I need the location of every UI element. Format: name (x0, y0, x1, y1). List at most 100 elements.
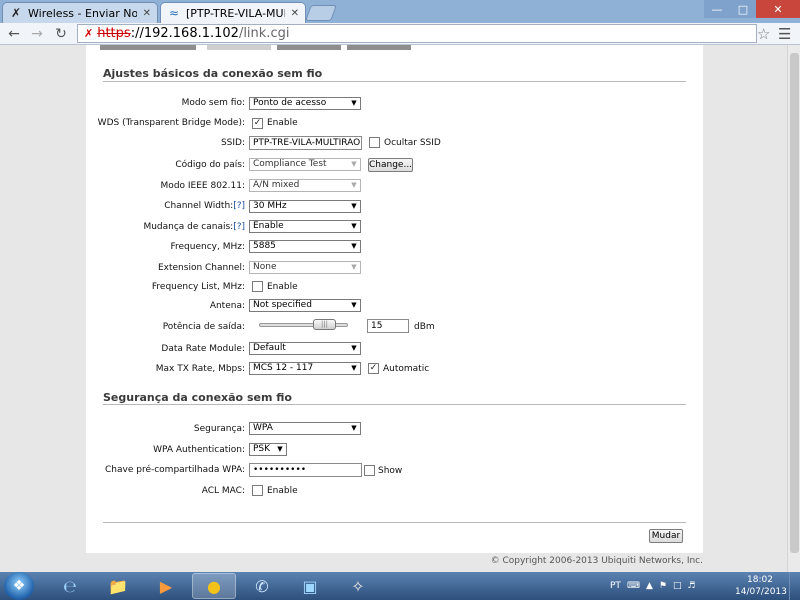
country-select[interactable]: Compliance Test ▼ (249, 158, 361, 171)
antenna-select[interactable]: Not specified ▼ (249, 299, 361, 312)
antenna-label: Antena: (209, 301, 245, 311)
ssid-label: SSID: (220, 138, 245, 148)
minimize-icon[interactable]: — (704, 0, 730, 18)
tab-wireless-forum[interactable]: ✗ Wireless - Enviar Novo Tópi ✕ (2, 2, 158, 23)
dropdown-arrow-icon: ▼ (351, 424, 357, 432)
close-icon[interactable]: ✕ (143, 8, 151, 19)
url-host: ://192.168.1.102 (130, 26, 239, 41)
clock-time: 18:02 (747, 575, 773, 585)
file-explorer-icon[interactable]: 📁 (96, 573, 140, 599)
start-button[interactable]: ❖ (4, 572, 34, 600)
ssid-input[interactable]: PTP-TRE-VILA-MULTIRAO (249, 136, 362, 150)
tab-strip: ✗ Wireless - Enviar Novo Tópi ✕ ≈ [PTP-T… (0, 0, 800, 23)
action-center-flag-icon[interactable]: ⚑ (659, 581, 667, 591)
close-icon[interactable]: ✕ (291, 8, 299, 19)
frequency-select[interactable]: 5885 ▼ (249, 240, 361, 253)
new-tab-button[interactable] (305, 5, 337, 21)
keyboard-icon[interactable]: ⌨ (627, 581, 640, 591)
wireless-mode-label: Modo sem fio: (181, 98, 245, 108)
phone-app-icon[interactable]: ✆ (240, 573, 284, 599)
nav-tab[interactable] (277, 45, 341, 50)
dropdown-arrow-icon: ▼ (277, 445, 283, 453)
wds-checkbox[interactable]: ✓ (252, 118, 263, 129)
max-tx-rate-select[interactable]: MCS 12 - 117 ▼ (249, 362, 361, 375)
security-select[interactable]: WPA ▼ (249, 422, 361, 435)
output-power-unit: dBm (414, 322, 435, 332)
hide-ssid-checkbox[interactable] (369, 137, 380, 148)
language-indicator[interactable]: PT (610, 581, 621, 591)
ieee-mode-select[interactable]: A/N mixed ▼ (249, 179, 361, 192)
dropdown-arrow-icon: ▼ (351, 364, 357, 372)
output-power-slider-handle[interactable]: ||| (313, 319, 336, 330)
select-value: PSK (253, 444, 271, 454)
wpa-auth-select[interactable]: PSK ▼ (249, 443, 287, 456)
wrench-menu-icon[interactable]: ☰ (778, 25, 791, 43)
ubiquiti-icon: ✗ (10, 6, 22, 20)
address-bar[interactable]: ✗ https ://192.168.1.102 /link.cgi (77, 24, 757, 43)
tab-title: Wireless - Enviar Novo Tópi (28, 6, 137, 20)
dropdown-arrow-icon: ▼ (351, 263, 357, 271)
channel-width-label: Channel Width:[?] (0, 201, 245, 211)
frequency-list-enable-label: Enable (267, 282, 298, 292)
back-icon[interactable]: ← (5, 25, 23, 43)
apply-change-button[interactable]: Mudar (649, 529, 683, 543)
network-icon[interactable]: □ (673, 581, 682, 591)
tab-device-settings[interactable]: ≈ [PTP-TRE-VILA-MULTIRAO ✕ (160, 2, 306, 23)
page-scrollbar[interactable] (787, 45, 800, 572)
internet-explorer-icon[interactable]: ℮ (48, 573, 92, 599)
media-player-icon[interactable]: ▶ (144, 573, 188, 599)
max-tx-rate-label: Max TX Rate, Mbps: (155, 364, 245, 374)
dropdown-arrow-icon: ▼ (351, 160, 357, 168)
wireless-mode-select[interactable]: Ponto de acesso ▼ (249, 97, 361, 110)
mac-acl-label: ACL MAC: (201, 486, 245, 496)
extension-channel-select[interactable]: None ▼ (249, 261, 361, 274)
nav-tab-wireless[interactable] (207, 45, 271, 50)
help-link[interactable]: [?] (233, 201, 245, 211)
dropdown-arrow-icon: ▼ (351, 181, 357, 189)
select-value: 30 MHz (253, 201, 287, 211)
ieee-mode-label: Modo IEEE 802.11: (160, 181, 245, 191)
insecure-lock-icon: ✗ (84, 27, 94, 40)
change-country-button[interactable]: Change... (368, 158, 413, 172)
dropdown-arrow-icon: ▼ (351, 99, 357, 107)
tray-expand-icon[interactable]: ▲ (646, 581, 653, 591)
section-divider (103, 404, 686, 405)
system-clock[interactable]: 18:02 14/07/2013 (735, 574, 787, 598)
volume-icon[interactable]: ♬ (687, 581, 695, 591)
select-value: Ponto de acesso (253, 98, 327, 108)
mac-acl-checkbox[interactable] (252, 485, 263, 496)
dropdown-arrow-icon: ▼ (351, 301, 357, 309)
select-value: Compliance Test (253, 159, 327, 169)
show-desktop-button[interactable] (789, 572, 800, 600)
close-window-icon[interactable]: ✕ (756, 0, 800, 18)
section-title-security: Segurança da conexão sem fio (103, 391, 292, 404)
extension-channel-label: Extension Channel: (157, 263, 245, 273)
help-link[interactable]: [?] (233, 222, 245, 232)
data-rate-module-select[interactable]: Default ▼ (249, 342, 361, 355)
select-value: 5885 (253, 241, 276, 251)
select-value: Not specified (253, 300, 312, 310)
network-tool-icon[interactable]: ▣ (288, 573, 332, 599)
ubiquiti-app-icon[interactable]: ✧ (336, 573, 380, 599)
windows-taskbar: ❖ ℮ 📁 ▶ ● ✆ ▣ ✧ PT ⌨ ▲ ⚑ □ ♬ 18:02 14/07… (0, 572, 800, 600)
nav-tab[interactable] (100, 45, 196, 50)
chrome-icon[interactable]: ● (192, 573, 236, 599)
forward-icon[interactable]: → (28, 25, 46, 43)
output-power-input[interactable]: 15 (367, 319, 409, 333)
mac-acl-enable-label: Enable (267, 486, 298, 496)
nav-tab[interactable] (347, 45, 411, 50)
scrollbar-thumb[interactable] (790, 53, 799, 553)
automatic-rate-checkbox[interactable]: ✓ (368, 363, 379, 374)
bookmark-star-icon[interactable]: ☆ (757, 25, 770, 43)
wpa-auth-label: WPA Authentication: (153, 445, 245, 455)
label-text: Channel Width: (164, 201, 234, 211)
maximize-icon[interactable]: □ (730, 0, 756, 18)
psk-input[interactable]: •••••••••• (249, 463, 362, 477)
reload-icon[interactable]: ↻ (52, 25, 70, 43)
channel-width-select[interactable]: 30 MHz ▼ (249, 200, 361, 213)
frequency-list-checkbox[interactable] (252, 281, 263, 292)
channel-shift-select[interactable]: Enable ▼ (249, 220, 361, 233)
dropdown-arrow-icon: ▼ (351, 202, 357, 210)
show-psk-checkbox[interactable] (364, 465, 375, 476)
select-value: None (253, 262, 277, 272)
